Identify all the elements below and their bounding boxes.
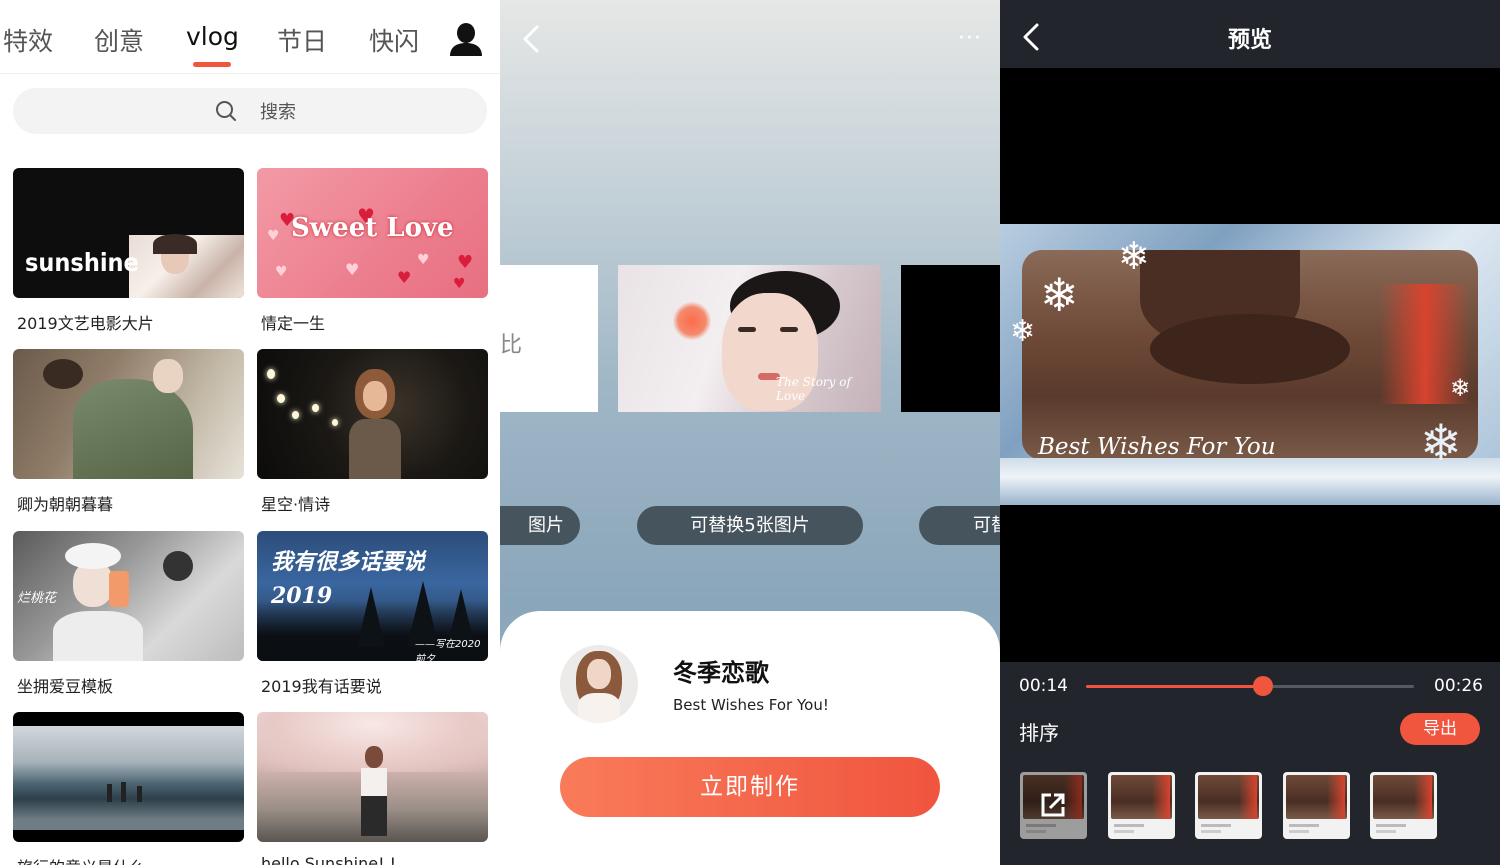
prev-template-card[interactable]: 比 xyxy=(500,265,598,412)
progress-slider-handle[interactable] xyxy=(1253,676,1274,696)
template-list-screen: 特效 创意 vlog 节日 快闪 搜索 sunshine 2019文艺电影大片 … xyxy=(0,0,500,865)
frame-thumb[interactable] xyxy=(1282,772,1350,839)
search-placeholder: 搜索 xyxy=(260,102,296,123)
template-title: 2019我有话要说 xyxy=(261,677,382,696)
progress-fill xyxy=(1086,685,1264,688)
template-name: 冬季恋歌 xyxy=(673,659,769,687)
template-card[interactable]: 星空·情诗 xyxy=(257,349,488,515)
progress-track[interactable] xyxy=(1086,685,1414,688)
search-bar[interactable]: 搜索 xyxy=(13,88,487,134)
preview-screen: 预览 ❄ ❄ ❄ ❄ ❄ Best Wishes For You 00:14 0… xyxy=(1000,0,1500,865)
frame-thumb[interactable] xyxy=(1107,772,1175,839)
next-template-card[interactable] xyxy=(901,265,1000,412)
export-button[interactable]: 导出 xyxy=(1400,713,1480,745)
template-card[interactable]: 卿为朝朝暮暮 xyxy=(13,349,244,515)
search-icon xyxy=(216,101,236,121)
tab-holiday[interactable]: 节日 xyxy=(277,22,327,58)
tab-creative[interactable]: 创意 xyxy=(94,22,144,58)
more-icon[interactable]: ··· xyxy=(958,26,982,51)
replace-info-pill-next: 可替 xyxy=(919,506,1000,545)
template-title: 星空·情诗 xyxy=(261,495,331,514)
template-card[interactable]: ♥ ♥ ♥ ♥ ♥ ♥ ♥ ♥ ♥ Sweet Love 情定一生 xyxy=(257,168,488,334)
back-icon[interactable] xyxy=(520,24,542,54)
template-card[interactable]: 烂桃花 坐拥爱豆模板 xyxy=(13,531,244,697)
preview-header: 预览 xyxy=(1000,0,1500,68)
replace-info-pill: 可替换5张图片 xyxy=(637,506,863,545)
template-thumbnail xyxy=(13,712,244,842)
frame-thumb[interactable] xyxy=(1370,772,1437,839)
active-tab-indicator xyxy=(193,62,231,67)
author-avatar xyxy=(560,645,638,723)
current-time: 00:14 xyxy=(1019,676,1068,696)
template-card[interactable]: hello Sunshine! ! xyxy=(257,712,488,865)
thumbnail-overlay-text: 烂桃花 xyxy=(17,591,57,606)
make-now-button[interactable]: 立即制作 xyxy=(560,757,940,817)
prev-card-text: 比 xyxy=(500,333,523,358)
thumbnail-overlay-subtext: ——写在2020前夕 xyxy=(415,639,481,661)
page-title: 预览 xyxy=(1227,28,1272,53)
tab-effects[interactable]: 特效 xyxy=(3,22,53,58)
profile-icon[interactable] xyxy=(448,22,484,58)
thumbnail-overlay-text: 我有很多话要说 2019 xyxy=(271,549,426,609)
preview-frame: ❄ ❄ ❄ ❄ ❄ Best Wishes For You xyxy=(1000,224,1500,505)
template-subtitle: Best Wishes For You! xyxy=(673,696,829,714)
tab-flash[interactable]: 快闪 xyxy=(369,22,419,58)
template-title: 旅行的意义是什么 xyxy=(13,854,244,865)
sort-label: 排序 xyxy=(1019,721,1059,745)
edit-icon[interactable] xyxy=(1040,792,1066,818)
template-card[interactable]: 我有很多话要说 2019 ——写在2020前夕 2019我有话要说 xyxy=(257,531,488,697)
replace-info-pill-prev: 图片 xyxy=(500,506,580,545)
tab-vlog[interactable]: vlog xyxy=(186,22,239,51)
category-tabs: 特效 创意 vlog 节日 快闪 xyxy=(0,0,500,74)
frame-thumb[interactable] xyxy=(1195,772,1262,839)
template-info-sheet: 冬季恋歌 Best Wishes For You! 立即制作 xyxy=(500,611,1000,865)
total-time: 00:26 xyxy=(1434,676,1483,696)
preview-caption: Best Wishes For You xyxy=(1038,434,1276,460)
current-template-card[interactable]: The Story of Love xyxy=(618,265,881,412)
thumbnail-overlay-text: Sweet Love xyxy=(291,213,454,243)
card-caption: The Story of Love xyxy=(776,375,851,403)
template-card[interactable]: 旅行的意义是什么 xyxy=(13,712,244,865)
template-thumbnail: 我有很多话要说 2019 ——写在2020前夕 xyxy=(257,531,488,661)
template-thumbnail xyxy=(13,349,244,479)
template-thumbnail: sunshine xyxy=(13,168,244,298)
thumbnail-overlay-text: sunshine xyxy=(25,248,139,277)
template-thumbnail: ♥ ♥ ♥ ♥ ♥ ♥ ♥ ♥ ♥ Sweet Love xyxy=(257,168,488,298)
template-detail-screen: ··· 比 The Story of Love 图片 可替换5张图片 可替 冬季… xyxy=(500,0,1000,865)
template-thumbnail xyxy=(257,349,488,479)
template-title: 卿为朝朝暮暮 xyxy=(17,495,114,514)
template-title: 情定一生 xyxy=(261,314,326,333)
template-thumbnail xyxy=(257,712,488,842)
template-card[interactable]: sunshine 2019文艺电影大片 xyxy=(13,168,244,334)
video-preview[interactable]: ❄ ❄ ❄ ❄ ❄ Best Wishes For You xyxy=(1000,68,1500,662)
template-thumbnail: 烂桃花 xyxy=(13,531,244,661)
frame-thumb-selected[interactable] xyxy=(1020,772,1087,839)
template-title: 2019文艺电影大片 xyxy=(17,314,154,333)
template-title: hello Sunshine! ! xyxy=(261,854,397,865)
template-title: 坐拥爱豆模板 xyxy=(17,677,114,696)
